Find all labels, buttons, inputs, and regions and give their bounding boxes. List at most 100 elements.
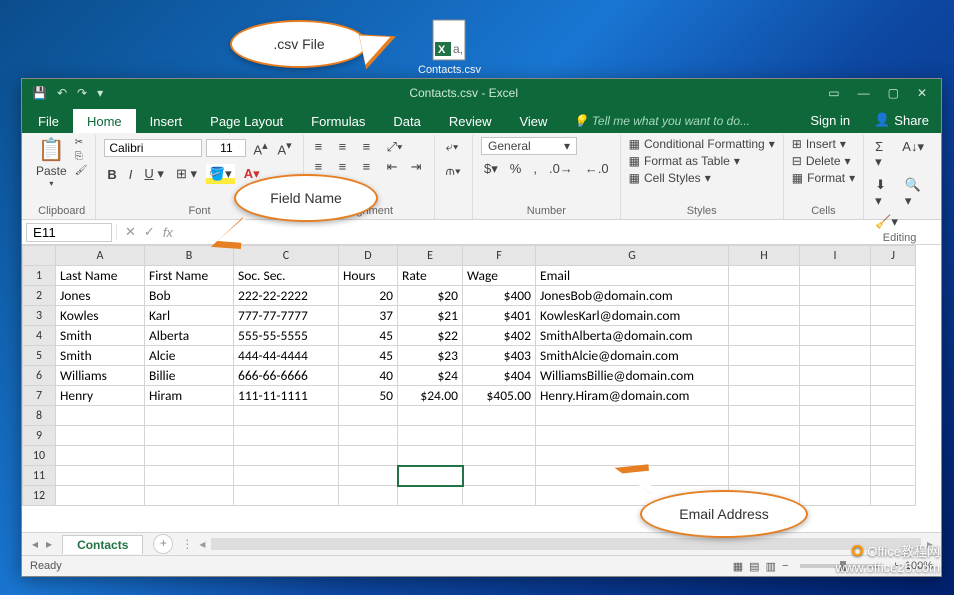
tab-formulas[interactable]: Formulas bbox=[297, 109, 379, 133]
cell[interactable]: $401 bbox=[463, 306, 536, 326]
conditional-formatting-button[interactable]: ▦Conditional Formatting ▾ bbox=[629, 137, 775, 151]
insert-cells-button[interactable]: ⊞Insert ▾ bbox=[792, 137, 855, 151]
cell[interactable]: 40 bbox=[339, 366, 398, 386]
cell[interactable] bbox=[871, 386, 916, 406]
sheet-tab-contacts[interactable]: Contacts bbox=[62, 535, 143, 554]
row-header-10[interactable]: 10 bbox=[23, 446, 56, 466]
cell[interactable]: $404 bbox=[463, 366, 536, 386]
cancel-formula-icon[interactable]: ✕ bbox=[125, 224, 136, 240]
cell[interactable]: Alcie bbox=[145, 346, 234, 366]
cell[interactable] bbox=[729, 346, 800, 366]
cell[interactable] bbox=[800, 446, 871, 466]
cell[interactable] bbox=[871, 366, 916, 386]
cell[interactable] bbox=[536, 406, 729, 426]
cell[interactable] bbox=[871, 466, 916, 486]
cell[interactable]: SmithAlcie@domain.com bbox=[536, 346, 729, 366]
col-header-I[interactable]: I bbox=[800, 246, 871, 266]
next-sheet-icon[interactable]: ▸ bbox=[46, 537, 52, 551]
cell[interactable]: $405.00 bbox=[463, 386, 536, 406]
row-header-1[interactable]: 1 bbox=[23, 266, 56, 286]
cell[interactable] bbox=[800, 346, 871, 366]
zoom-out-icon[interactable]: − bbox=[782, 560, 788, 572]
fill-icon[interactable]: ⬇ ▾ bbox=[872, 175, 896, 211]
cell[interactable] bbox=[800, 426, 871, 446]
paste-button[interactable]: 📋 Paste ▾ bbox=[36, 137, 67, 188]
find-select-icon[interactable]: 🔍▾ bbox=[902, 175, 927, 211]
cell[interactable]: Alberta bbox=[145, 326, 234, 346]
delete-cells-button[interactable]: ⊟Delete ▾ bbox=[792, 154, 855, 168]
row-header-4[interactable]: 4 bbox=[23, 326, 56, 346]
sort-filter-icon[interactable]: A↓▾ bbox=[899, 137, 927, 172]
number-format-select[interactable]: General▾ bbox=[481, 137, 577, 155]
name-box[interactable] bbox=[26, 223, 112, 242]
align-top-icon[interactable]: ≡ bbox=[312, 137, 330, 155]
col-header-J[interactable]: J bbox=[871, 246, 916, 266]
cell[interactable] bbox=[800, 386, 871, 406]
cell[interactable]: $402 bbox=[463, 326, 536, 346]
fx-icon[interactable]: fx bbox=[163, 225, 173, 240]
cell[interactable] bbox=[463, 446, 536, 466]
cell[interactable]: JonesBob@domain.com bbox=[536, 286, 729, 306]
undo-icon[interactable]: ↶ bbox=[57, 86, 67, 100]
cell[interactable]: SmithAlberta@domain.com bbox=[536, 326, 729, 346]
cell[interactable] bbox=[145, 426, 234, 446]
cell[interactable] bbox=[398, 446, 463, 466]
cell[interactable] bbox=[800, 266, 871, 286]
cell[interactable]: Williams bbox=[56, 366, 145, 386]
cell-header[interactable]: Wage bbox=[463, 266, 536, 286]
cell[interactable] bbox=[800, 486, 871, 506]
cell[interactable] bbox=[398, 426, 463, 446]
cell[interactable] bbox=[800, 286, 871, 306]
cell[interactable] bbox=[339, 446, 398, 466]
cell[interactable]: Billie bbox=[145, 366, 234, 386]
col-header-D[interactable]: D bbox=[339, 246, 398, 266]
cell[interactable] bbox=[56, 466, 145, 486]
cell[interactable] bbox=[56, 446, 145, 466]
cell[interactable] bbox=[729, 286, 800, 306]
tab-home[interactable]: Home bbox=[73, 109, 136, 133]
page-break-view-icon[interactable]: ▥ bbox=[766, 560, 776, 573]
cell[interactable]: $22 bbox=[398, 326, 463, 346]
qat-customize-icon[interactable]: ▾ bbox=[97, 86, 103, 100]
cell-styles-button[interactable]: ▦Cell Styles ▾ bbox=[629, 171, 775, 185]
cell[interactable] bbox=[800, 326, 871, 346]
cell[interactable]: $20 bbox=[398, 286, 463, 306]
clear-icon[interactable]: 🧹▾ bbox=[872, 212, 901, 231]
cell[interactable]: $403 bbox=[463, 346, 536, 366]
cell[interactable] bbox=[398, 466, 463, 486]
cell[interactable] bbox=[145, 446, 234, 466]
cell[interactable] bbox=[871, 406, 916, 426]
select-all-cell[interactable] bbox=[23, 246, 56, 266]
col-header-B[interactable]: B bbox=[145, 246, 234, 266]
cell[interactable] bbox=[536, 426, 729, 446]
cell[interactable] bbox=[398, 406, 463, 426]
hscroll-left-icon[interactable]: ◂ bbox=[199, 537, 205, 551]
cell[interactable] bbox=[729, 386, 800, 406]
cell[interactable] bbox=[729, 466, 800, 486]
cell[interactable] bbox=[729, 266, 800, 286]
cell[interactable] bbox=[729, 326, 800, 346]
cell-header[interactable]: Last Name bbox=[56, 266, 145, 286]
cell[interactable]: Karl bbox=[145, 306, 234, 326]
tab-data[interactable]: Data bbox=[379, 109, 434, 133]
cell[interactable]: 555-55-5555 bbox=[234, 326, 339, 346]
cell[interactable]: 37 bbox=[339, 306, 398, 326]
format-as-table-button[interactable]: ▦Format as Table ▾ bbox=[629, 154, 775, 168]
cell[interactable] bbox=[729, 366, 800, 386]
cell[interactable]: $400 bbox=[463, 286, 536, 306]
tab-file[interactable]: File bbox=[22, 109, 73, 133]
col-header-F[interactable]: F bbox=[463, 246, 536, 266]
cell[interactable] bbox=[234, 466, 339, 486]
cell[interactable]: Kowles bbox=[56, 306, 145, 326]
tab-insert[interactable]: Insert bbox=[136, 109, 197, 133]
cell[interactable]: Hiram bbox=[145, 386, 234, 406]
wrap-text-icon[interactable]: ⤶▾ bbox=[443, 137, 464, 157]
cell[interactable] bbox=[234, 486, 339, 506]
cell[interactable] bbox=[871, 446, 916, 466]
share-button[interactable]: 👤Share bbox=[862, 107, 941, 133]
enter-formula-icon[interactable]: ✓ bbox=[144, 224, 155, 240]
cell[interactable] bbox=[729, 406, 800, 426]
cell[interactable] bbox=[800, 306, 871, 326]
increase-indent-icon[interactable]: ⇥ bbox=[408, 157, 426, 175]
cell-header[interactable]: Hours bbox=[339, 266, 398, 286]
